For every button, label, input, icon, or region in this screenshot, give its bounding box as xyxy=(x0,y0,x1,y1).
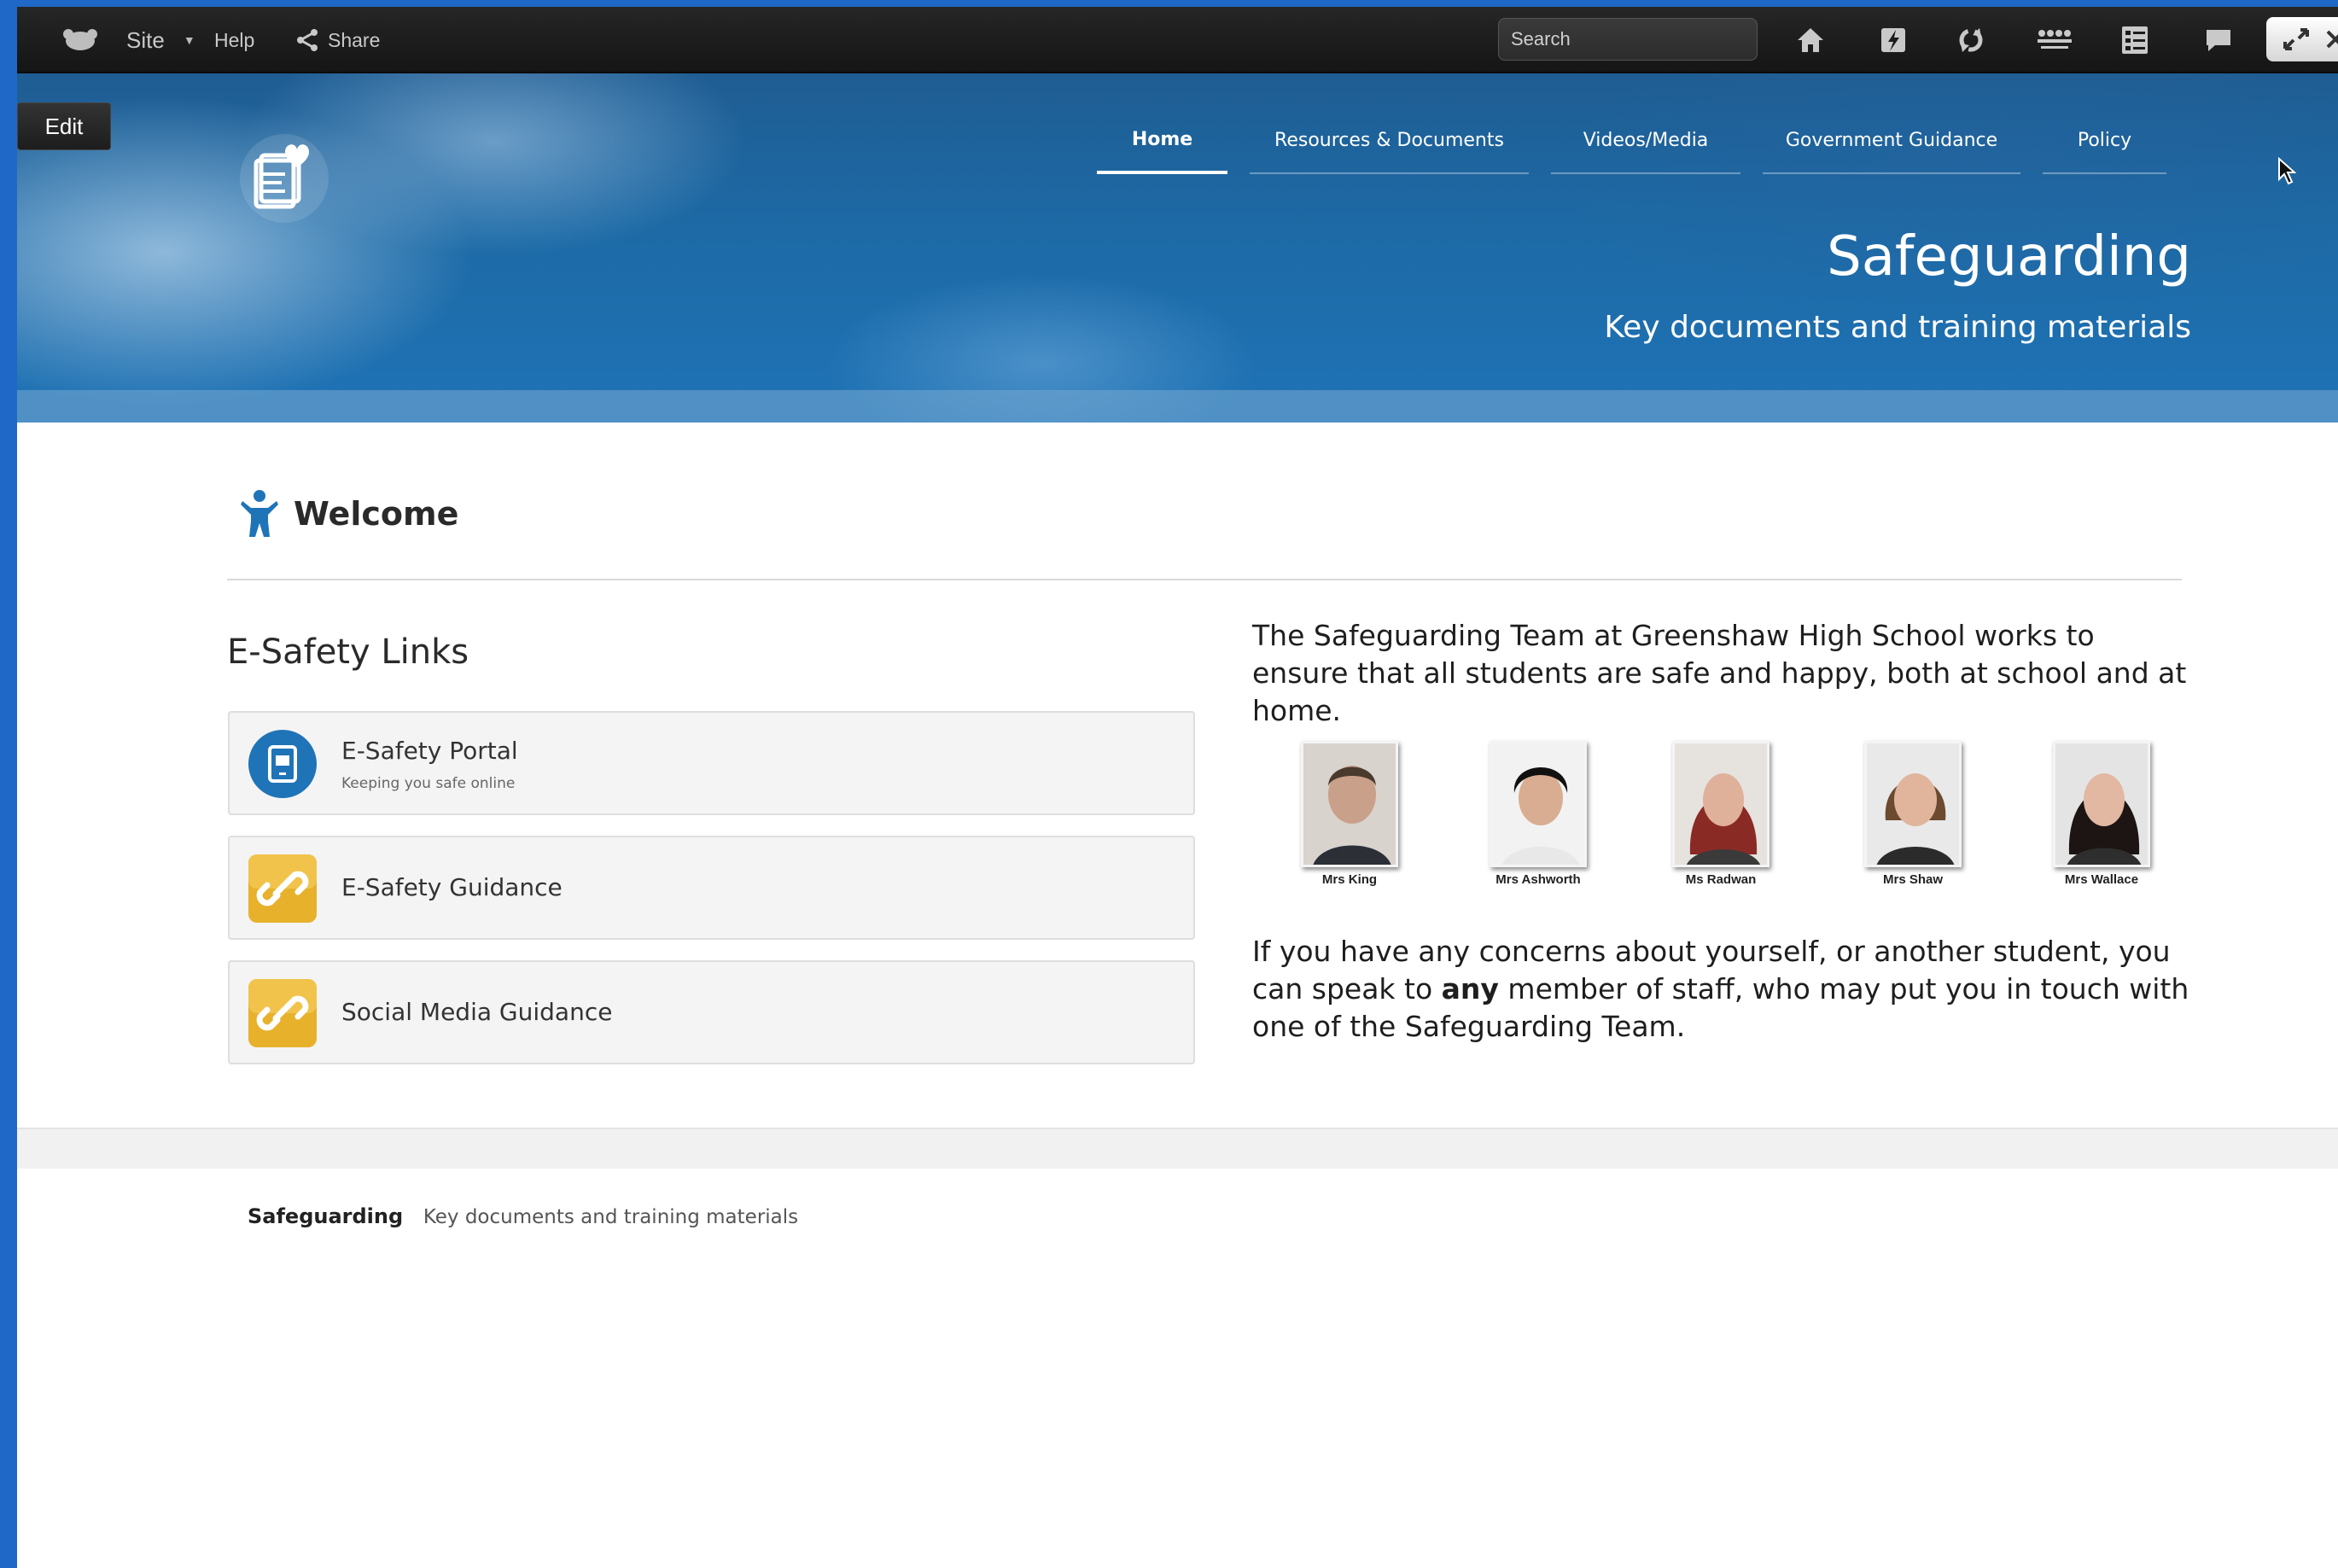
welcome-title: Welcome xyxy=(294,495,459,533)
link-icon xyxy=(248,854,317,923)
main-nav: Home Resources & Documents Videos/Media … xyxy=(17,108,2338,176)
link-icon xyxy=(248,979,317,1047)
staff-card: Mrs Wallace xyxy=(2038,741,2166,887)
staff-card: Mrs Ashworth xyxy=(1474,741,1602,887)
divider xyxy=(227,579,2182,580)
staff-card: Ms Radwan xyxy=(1657,741,1785,887)
help-link[interactable]: Help xyxy=(214,7,254,73)
page: Site ▼ Help Share Search Home Resources … xyxy=(17,7,2338,1568)
nav-government-guidance[interactable]: Government Guidance xyxy=(1763,108,2020,174)
nav-policy[interactable]: Policy xyxy=(2043,108,2166,174)
mouse-cursor-icon xyxy=(2278,157,2296,185)
home-icon[interactable] xyxy=(1791,20,1830,60)
banner-strip xyxy=(17,390,2338,423)
intro-text: The Safeguarding Team at Greenshaw High … xyxy=(1252,619,2187,727)
staff-name: Mrs King xyxy=(1321,872,1378,887)
footer-title: Safeguarding xyxy=(248,1204,404,1228)
nav-resources-documents[interactable]: Resources & Documents xyxy=(1250,108,1529,174)
nav-videos-media[interactable]: Videos/Media xyxy=(1551,108,1740,174)
link-card-social-media-guidance[interactable]: Social Media Guidance xyxy=(228,960,1195,1064)
search-input[interactable] xyxy=(1511,28,1757,50)
footer-subtitle: Key documents and training materials xyxy=(423,1206,799,1228)
people-icon[interactable] xyxy=(2035,20,2074,60)
staff-name: Mrs Ashworth xyxy=(1496,872,1581,887)
expand-icon[interactable] xyxy=(2282,26,2311,52)
lightning-icon[interactable] xyxy=(1874,20,1913,60)
person-icon xyxy=(241,490,278,537)
cms-logo-icon[interactable] xyxy=(55,7,106,73)
staff-photo xyxy=(1490,741,1587,867)
staff-photo xyxy=(1864,741,1962,867)
footer-band xyxy=(17,1128,2338,1169)
staff-photo xyxy=(1672,741,1770,867)
concern-text: If you have any concerns about yourself,… xyxy=(1252,933,2208,1046)
link-sublabel: Keeping you safe online xyxy=(341,775,516,792)
concern-text-emphasis: any xyxy=(1441,972,1499,1006)
site-menu[interactable]: Site ▼ xyxy=(126,7,195,73)
e-safety-links-heading: E-Safety Links xyxy=(227,632,469,672)
staff-name: Mrs Shaw xyxy=(1882,872,1944,887)
checklist-icon[interactable] xyxy=(2115,20,2154,60)
link-label: E-Safety Portal xyxy=(341,737,518,765)
site-menu-label: Site xyxy=(126,26,165,53)
chevron-down-icon: ▼ xyxy=(183,33,195,47)
page-banner: Home Resources & Documents Videos/Media … xyxy=(17,73,2338,423)
link-card-e-safety-portal[interactable]: E-Safety Portal Keeping you safe online xyxy=(228,711,1195,815)
link-label: E-Safety Guidance xyxy=(341,873,563,901)
welcome-header: Welcome xyxy=(241,489,458,539)
share-button[interactable]: Share xyxy=(295,7,380,73)
tablet-icon xyxy=(248,730,317,798)
page-subtitle: Key documents and training materials xyxy=(1604,310,2191,345)
link-card-e-safety-guidance[interactable]: E-Safety Guidance xyxy=(228,836,1195,940)
chat-icon[interactable] xyxy=(2199,20,2238,60)
share-label: Share xyxy=(328,28,381,51)
expand-panel xyxy=(2266,17,2338,61)
link-label: Social Media Guidance xyxy=(341,998,613,1026)
nav-home[interactable]: Home xyxy=(1097,108,1227,174)
search-box xyxy=(1498,18,1758,61)
close-icon[interactable] xyxy=(2324,28,2338,50)
staff-card: Mrs Shaw xyxy=(1849,741,1977,887)
edit-button[interactable]: Edit xyxy=(17,102,111,150)
staff-card: Mrs King xyxy=(1286,741,1414,887)
staff-photo xyxy=(1301,741,1398,867)
page-title: Safeguarding xyxy=(1827,225,2191,289)
top-toolbar: Site ▼ Help Share xyxy=(17,7,2338,73)
staff-name: Ms Radwan xyxy=(1685,872,1757,887)
staff-name: Mrs Wallace xyxy=(2064,872,2139,887)
share-icon xyxy=(297,29,318,51)
footer: Safeguarding Key documents and training … xyxy=(248,1204,798,1228)
staff-photo xyxy=(2053,741,2150,867)
sync-icon[interactable] xyxy=(1951,20,1991,60)
